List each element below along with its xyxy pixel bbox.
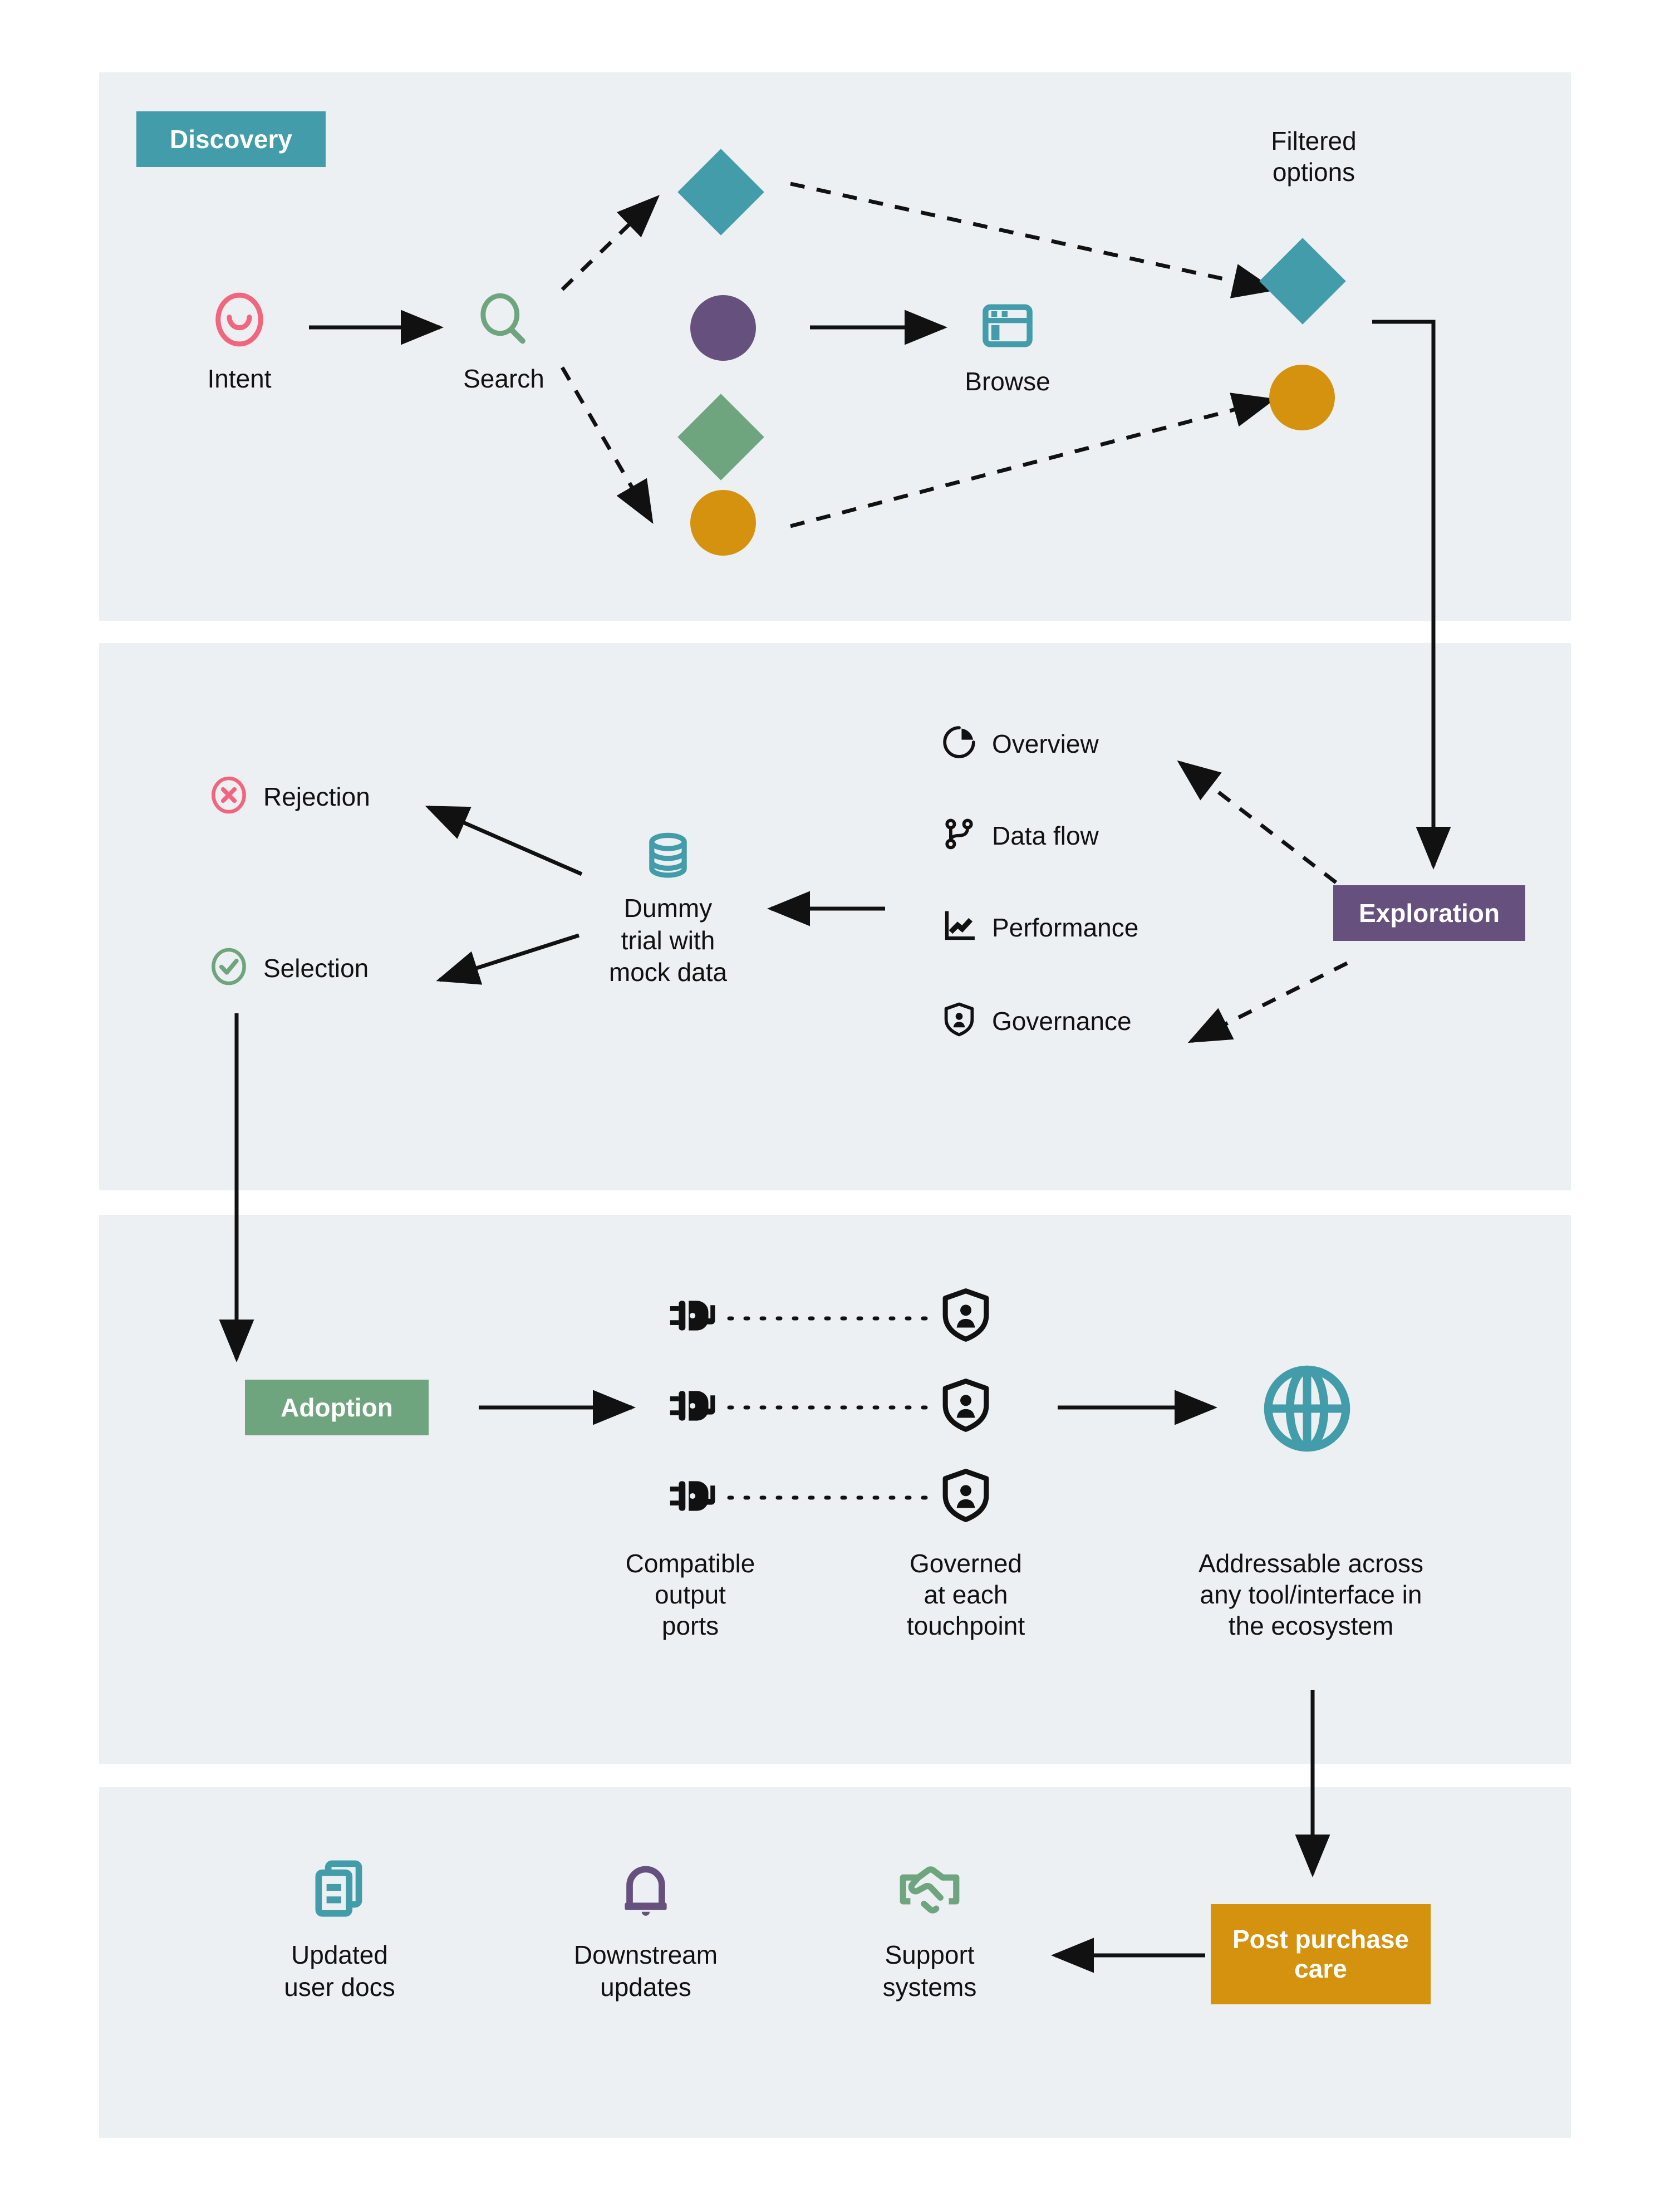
outcome-label: Selection	[263, 953, 369, 983]
node-intent[interactable]: Intent	[184, 290, 295, 394]
node-dummy-trial[interactable]: Dummy trial with mock data	[562, 830, 774, 989]
outcome-rejection[interactable]: Rejection	[209, 775, 370, 818]
plug-icon	[660, 1285, 721, 1349]
column-label-addressable-ecosystem: Addressable across any tool/interface in…	[1199, 1549, 1423, 1641]
badge-adoption[interactable]: Adoption	[245, 1380, 429, 1435]
magnifier-icon	[474, 290, 534, 352]
diagram-canvas: Discovery Filtered options Intent Search	[0, 0, 1670, 2212]
output-label: Downstream updates	[573, 1940, 718, 2002]
facet-label: Governance	[992, 1006, 1132, 1036]
circle-check-icon	[209, 946, 249, 989]
facet-overview[interactable]: Overview	[941, 724, 1099, 763]
output-label: Updated user docs	[284, 1940, 395, 2002]
facet-label: Overview	[992, 729, 1099, 758]
facet-governance[interactable]: Governance	[941, 1001, 1132, 1041]
shield-person-icon	[941, 1001, 978, 1041]
filtered-options-label: Filtered options	[1271, 126, 1357, 187]
globe-icon	[1257, 1358, 1357, 1461]
documents-icon	[306, 1854, 374, 1925]
outcome-label: Rejection	[263, 782, 370, 811]
smiley-intent-icon	[209, 290, 269, 352]
outcome-selection[interactable]: Selection	[209, 946, 369, 989]
shield-person-icon	[937, 1376, 995, 1437]
plug-icon	[660, 1375, 721, 1439]
line-chart-icon	[941, 908, 978, 947]
facet-data-flow[interactable]: Data flow	[941, 816, 1099, 855]
output-support-systems[interactable]: Support systems	[838, 1854, 1021, 2003]
output-label: Support systems	[882, 1940, 977, 2002]
shield-person-icon	[937, 1286, 995, 1347]
facet-performance[interactable]: Performance	[941, 908, 1138, 947]
handshake-icon	[896, 1854, 964, 1925]
node-search[interactable]: Search	[445, 290, 562, 394]
column-label-compatible-ports: Compatible output ports	[625, 1549, 755, 1641]
shield-person-icon	[937, 1467, 995, 1527]
bell-icon	[612, 1854, 680, 1925]
badge-post-purchase-care[interactable]: Post purchase care	[1211, 1904, 1431, 2004]
node-label: Browse	[965, 367, 1050, 396]
database-icon	[642, 830, 694, 884]
output-updated-user-docs[interactable]: Updated user docs	[245, 1854, 434, 2003]
result-shape-circle-orange	[690, 490, 756, 556]
column-label-governed-touchpoint: Governed at each touchpoint	[906, 1549, 1025, 1641]
node-label: Search	[463, 364, 544, 393]
facet-label: Data flow	[992, 821, 1099, 850]
plug-icon	[660, 1465, 721, 1529]
filtered-shape-circle-orange	[1269, 365, 1335, 430]
node-label: Intent	[207, 364, 272, 393]
circle-x-icon	[209, 775, 249, 818]
result-shape-circle-purple	[690, 295, 756, 361]
facet-label: Performance	[992, 913, 1139, 942]
data-flow-icon	[941, 816, 978, 855]
output-downstream-updates[interactable]: Downstream updates	[548, 1854, 743, 2003]
badge-exploration[interactable]: Exploration	[1333, 885, 1525, 941]
browser-window-icon	[980, 298, 1035, 356]
panel-adoption	[99, 1215, 1571, 1764]
pie-chart-icon	[941, 724, 978, 763]
badge-discovery[interactable]: Discovery	[136, 111, 326, 167]
node-browse[interactable]: Browse	[946, 298, 1069, 396]
node-label: Dummy trial with mock data	[608, 894, 728, 987]
